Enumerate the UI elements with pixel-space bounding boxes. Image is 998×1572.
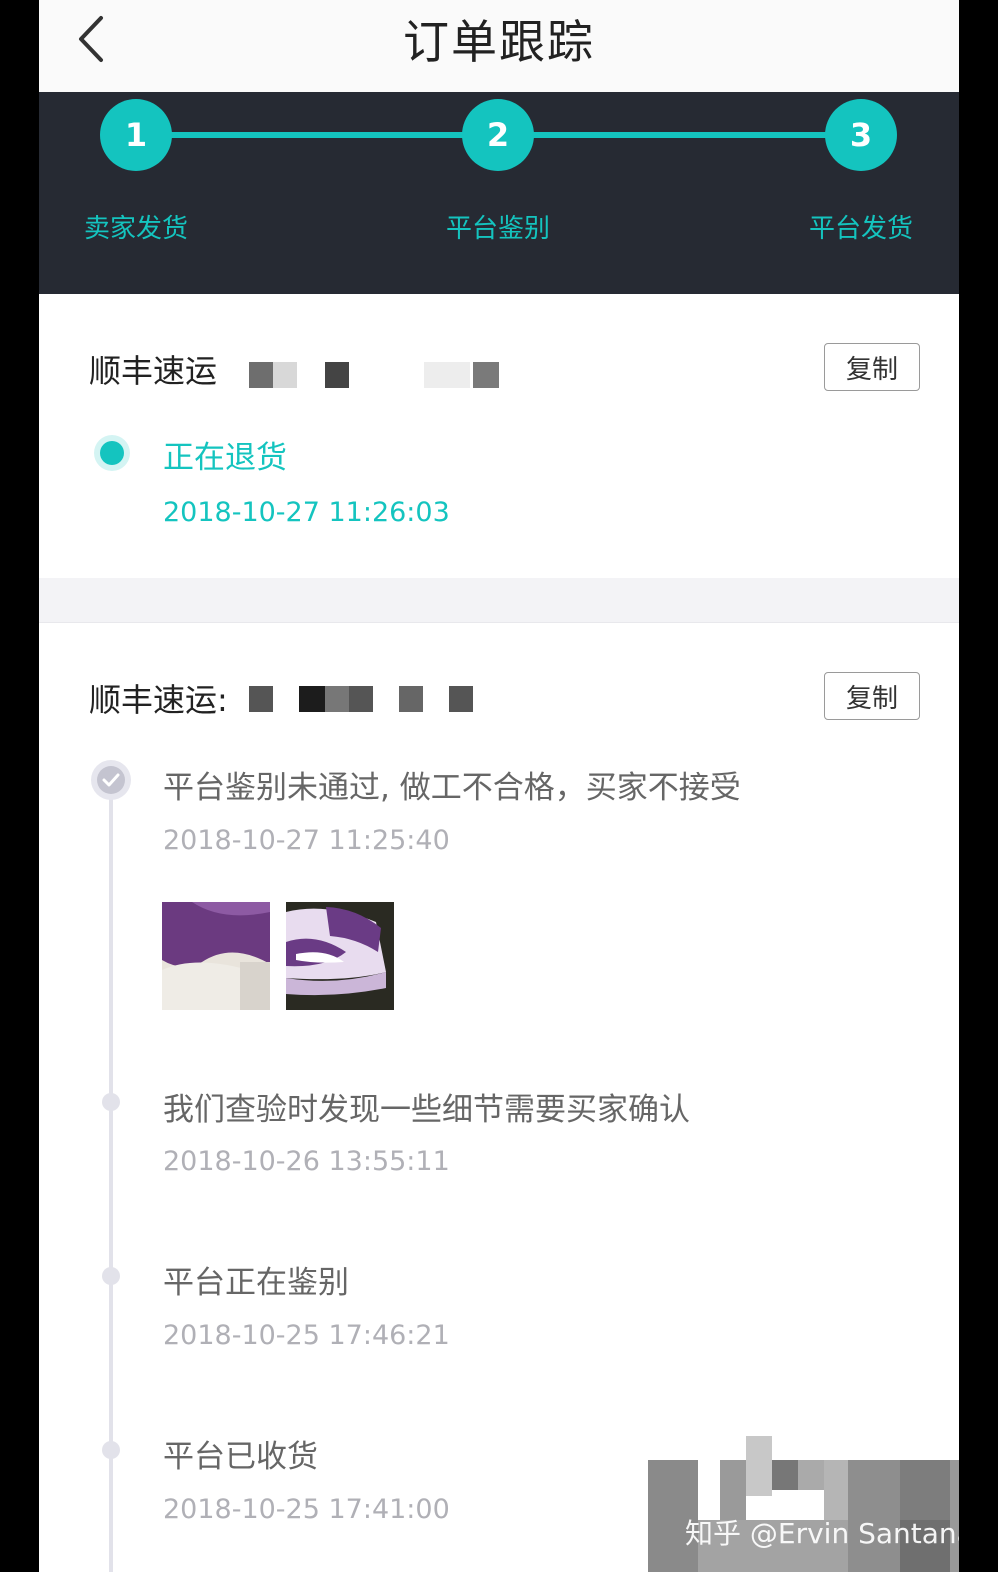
step-connector — [499, 132, 861, 138]
timeline-dot — [102, 1093, 120, 1111]
sneaker-photo-2 — [286, 902, 394, 1010]
watermark-text: 知乎 @Ervin Santana — [685, 1517, 959, 1550]
event-title: 我们查验时发现一些细节需要买家确认 — [163, 1092, 690, 1128]
event-time: 2018-10-26 13:55:11 — [163, 1146, 450, 1177]
event-time: 2018-10-27 11:25:40 — [163, 825, 450, 856]
event-title: 平台鉴别未通过, 做工不合格，买家不接受 — [163, 770, 741, 806]
carrier-name: 顺丰速运: — [89, 681, 228, 719]
progress-stepper: 1 2 3 卖家发货 平台鉴别 平台发货 — [39, 92, 959, 294]
timeline-dot — [102, 1267, 120, 1285]
event-title: 正在退货 — [163, 440, 287, 476]
event-time: 2018-10-27 11:26:03 — [163, 497, 450, 528]
nav-bar: 订单跟踪 — [39, 0, 959, 93]
event-title: 平台已收货 — [163, 1439, 318, 1475]
step-connector — [139, 132, 499, 138]
page-title: 订单跟踪 — [403, 15, 595, 69]
step-3-circle: 3 — [825, 99, 897, 171]
timeline-dot — [102, 1441, 120, 1459]
step-3-label: 平台发货 — [808, 214, 913, 244]
event-time: 2018-10-25 17:46:21 — [163, 1320, 450, 1351]
active-status-dot-icon — [94, 435, 130, 471]
event-title: 平台正在鉴别 — [163, 1265, 349, 1301]
check-circle-icon — [91, 760, 131, 800]
shipment-card-1: 顺丰速运 复制 正在退货 2018-10-27 11:26:03 — [39, 294, 959, 578]
carrier-name: 顺丰速运 — [89, 352, 218, 390]
inspection-photo-thumbnail[interactable] — [162, 902, 270, 1010]
inspection-photo-thumbnail[interactable] — [286, 902, 394, 1010]
app-screen: 订单跟踪 1 2 3 卖家发货 平台鉴别 平台发货 顺丰速运 复制 正在退货 2… — [39, 0, 959, 1572]
step-2-circle: 2 — [462, 99, 534, 171]
section-divider — [39, 578, 959, 623]
copy-button[interactable]: 复制 — [824, 672, 920, 720]
event-time: 2018-10-25 17:41:00 — [163, 1494, 450, 1525]
step-2-label: 平台鉴别 — [445, 214, 550, 244]
copy-button[interactable]: 复制 — [824, 343, 920, 391]
step-1-label: 卖家发货 — [83, 214, 188, 244]
sneaker-photo-1 — [162, 902, 270, 1010]
step-1-circle: 1 — [100, 99, 172, 171]
